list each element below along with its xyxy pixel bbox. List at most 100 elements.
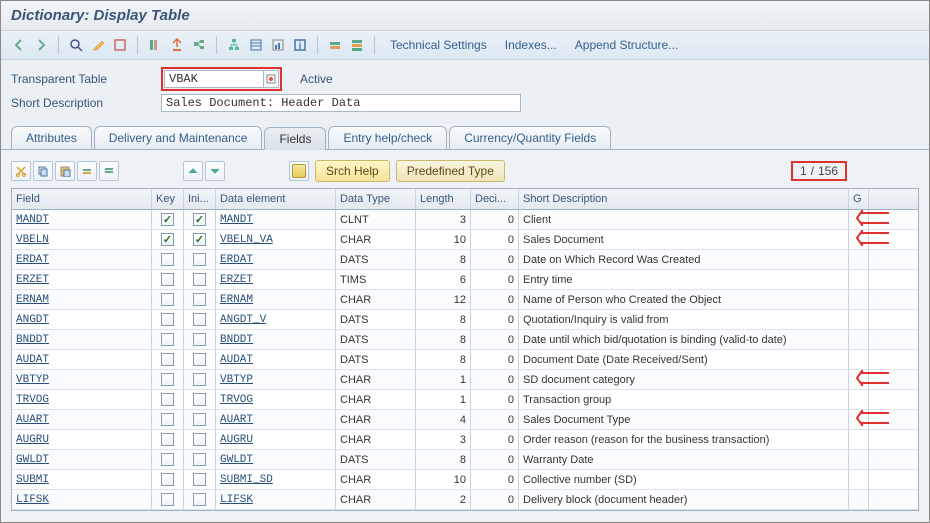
key-icon[interactable] — [289, 161, 309, 181]
table-row[interactable]: ERDATERDATDATS80Date on Which Record Was… — [12, 250, 918, 270]
table-row[interactable]: AUGRUAUGRUCHAR30Order reason (reason for… — [12, 430, 918, 450]
col-data-type[interactable]: Data Type — [336, 189, 416, 209]
cell-initial[interactable] — [184, 210, 216, 229]
cell-field[interactable]: AUART — [12, 410, 152, 429]
activate-icon[interactable] — [167, 35, 187, 55]
cell-data-element[interactable]: MANDT — [216, 210, 336, 229]
contents-icon[interactable] — [246, 35, 266, 55]
table-row[interactable]: VBELNVBELN_VACHAR100Sales Document — [12, 230, 918, 250]
predefined-type-button[interactable]: Predefined Type — [396, 160, 505, 182]
col-data-element[interactable]: Data element — [216, 189, 336, 209]
checkbox-icon[interactable] — [161, 233, 174, 246]
cell-key[interactable] — [152, 210, 184, 229]
cell-data-element[interactable]: ANGDT_V — [216, 310, 336, 329]
where-used-icon[interactable] — [189, 35, 209, 55]
other-object-icon[interactable] — [110, 35, 130, 55]
cell-key[interactable] — [152, 290, 184, 309]
delete-line-icon[interactable] — [99, 161, 119, 181]
checkbox-icon[interactable] — [193, 453, 206, 466]
checkbox-icon[interactable] — [193, 293, 206, 306]
table-row[interactable]: AUARTAUARTCHAR40Sales Document Type — [12, 410, 918, 430]
checkbox-icon[interactable] — [193, 233, 206, 246]
checkbox-icon[interactable] — [161, 473, 174, 486]
cell-initial[interactable] — [184, 250, 216, 269]
checkbox-icon[interactable] — [161, 453, 174, 466]
cell-field[interactable]: AUDAT — [12, 350, 152, 369]
checkbox-icon[interactable] — [193, 433, 206, 446]
cell-key[interactable] — [152, 310, 184, 329]
cell-key[interactable] — [152, 350, 184, 369]
append-row-icon[interactable] — [325, 35, 345, 55]
cell-key[interactable] — [152, 390, 184, 409]
checkbox-icon[interactable] — [193, 253, 206, 266]
checkbox-icon[interactable] — [193, 473, 206, 486]
paste-icon[interactable] — [55, 161, 75, 181]
checkbox-icon[interactable] — [193, 313, 206, 326]
info-icon[interactable]: i — [290, 35, 310, 55]
cell-key[interactable] — [152, 250, 184, 269]
checkbox-icon[interactable] — [161, 393, 174, 406]
insert-row-icon[interactable] — [77, 161, 97, 181]
cell-field[interactable]: MANDT — [12, 210, 152, 229]
cell-field[interactable]: ANGDT — [12, 310, 152, 329]
cell-initial[interactable] — [184, 470, 216, 489]
cell-initial[interactable] — [184, 270, 216, 289]
tab-delivery[interactable]: Delivery and Maintenance — [94, 126, 263, 149]
cell-data-element[interactable]: GWLDT — [216, 450, 336, 469]
cell-field[interactable]: LIFSK — [12, 490, 152, 509]
hierarchy-icon[interactable] — [224, 35, 244, 55]
table-row[interactable]: MANDTMANDTCLNT30Client — [12, 210, 918, 230]
col-decimals[interactable]: Deci... — [471, 189, 519, 209]
col-initial[interactable]: Ini... — [184, 189, 216, 209]
cell-key[interactable] — [152, 370, 184, 389]
delete-row-icon[interactable] — [347, 35, 367, 55]
cell-data-element[interactable]: AUART — [216, 410, 336, 429]
cell-key[interactable] — [152, 470, 184, 489]
table-row[interactable]: ERZETERZETTIMS60Entry time — [12, 270, 918, 290]
cell-field[interactable]: SUBMI — [12, 470, 152, 489]
forward-icon[interactable] — [31, 35, 51, 55]
cell-data-element[interactable]: SUBMI_SD — [216, 470, 336, 489]
cell-initial[interactable] — [184, 390, 216, 409]
cell-data-element[interactable]: VBELN_VA — [216, 230, 336, 249]
checkbox-icon[interactable] — [161, 353, 174, 366]
back-icon[interactable] — [9, 35, 29, 55]
collapse-all-icon[interactable] — [205, 161, 225, 181]
checkbox-icon[interactable] — [161, 273, 174, 286]
cell-field[interactable]: AUGRU — [12, 430, 152, 449]
f4-help-icon[interactable] — [263, 70, 279, 88]
cell-field[interactable]: VBTYP — [12, 370, 152, 389]
append-structure-link[interactable]: Append Structure... — [567, 38, 686, 52]
table-row[interactable]: LIFSKLIFSKCHAR20Delivery block (document… — [12, 490, 918, 510]
table-row[interactable]: ANGDTANGDT_VDATS80Quotation/Inquiry is v… — [12, 310, 918, 330]
cell-data-element[interactable]: AUDAT — [216, 350, 336, 369]
cell-key[interactable] — [152, 430, 184, 449]
copy-icon[interactable] — [33, 161, 53, 181]
checkbox-icon[interactable] — [161, 413, 174, 426]
cell-data-element[interactable]: LIFSK — [216, 490, 336, 509]
display-object-icon[interactable] — [66, 35, 86, 55]
col-key[interactable]: Key — [152, 189, 184, 209]
cell-data-element[interactable]: BNDDT — [216, 330, 336, 349]
checkbox-icon[interactable] — [193, 493, 206, 506]
cell-key[interactable] — [152, 450, 184, 469]
cell-field[interactable]: ERZET — [12, 270, 152, 289]
cell-data-element[interactable]: VBTYP — [216, 370, 336, 389]
cut-icon[interactable] — [11, 161, 31, 181]
table-row[interactable]: VBTYPVBTYPCHAR10SD document category — [12, 370, 918, 390]
tab-fields[interactable]: Fields — [264, 127, 326, 150]
checkbox-icon[interactable] — [161, 433, 174, 446]
cell-data-element[interactable]: TRVOG — [216, 390, 336, 409]
indexes-link[interactable]: Indexes... — [497, 38, 565, 52]
checkbox-icon[interactable] — [161, 313, 174, 326]
checkbox-icon[interactable] — [161, 373, 174, 386]
check-icon[interactable] — [145, 35, 165, 55]
technical-settings-link[interactable]: Technical Settings — [382, 38, 495, 52]
cell-initial[interactable] — [184, 430, 216, 449]
checkbox-icon[interactable] — [161, 333, 174, 346]
checkbox-icon[interactable] — [193, 413, 206, 426]
cell-data-element[interactable]: AUGRU — [216, 430, 336, 449]
search-help-button[interactable]: Srch Help — [315, 160, 390, 182]
cell-initial[interactable] — [184, 490, 216, 509]
cell-field[interactable]: GWLDT — [12, 450, 152, 469]
